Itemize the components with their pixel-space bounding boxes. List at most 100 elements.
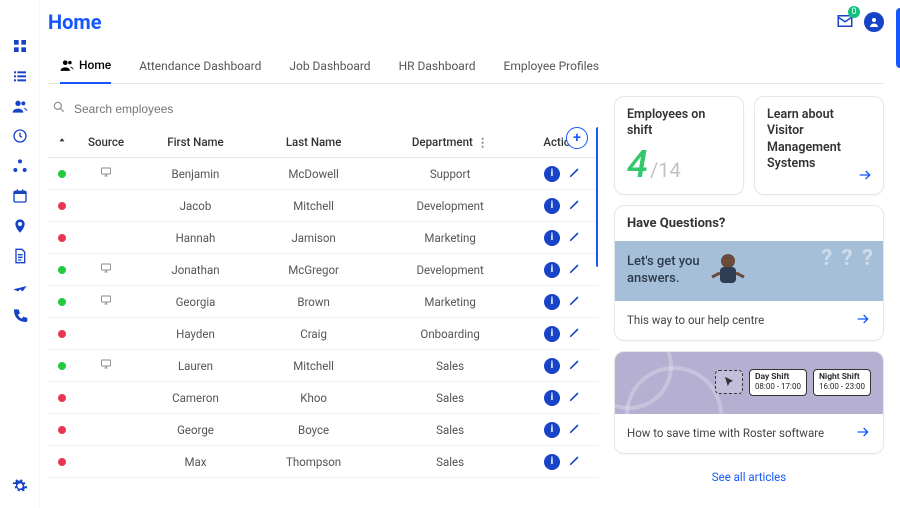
edit-button[interactable]: [568, 229, 582, 246]
info-button[interactable]: i: [544, 390, 560, 406]
col-department[interactable]: Department⋮: [372, 127, 528, 158]
edit-button[interactable]: [568, 325, 582, 342]
nav-document-icon[interactable]: [8, 244, 32, 268]
cell-last-name: Mitchell: [255, 350, 372, 382]
status-dot: [58, 298, 66, 306]
nav-people-icon[interactable]: [8, 94, 32, 118]
cell-first-name: Hayden: [136, 318, 255, 350]
device-icon: [99, 294, 113, 306]
edit-button[interactable]: [568, 453, 582, 470]
questions-banner[interactable]: Let's get you answers. ? ? ?: [615, 241, 883, 301]
edit-button[interactable]: [568, 389, 582, 406]
nav-settings-icon[interactable]: [8, 474, 32, 498]
card-visitor-mgmt[interactable]: Learn about Visitor Management Systems: [754, 96, 884, 195]
add-employee-button[interactable]: +: [566, 127, 588, 149]
card-questions: Have Questions? Let's get you answers. ?…: [614, 205, 884, 341]
table-row[interactable]: JonathanMcGregorDevelopmenti: [48, 254, 598, 286]
cell-department: Marketing: [372, 286, 528, 318]
tab-job[interactable]: Job Dashboard: [289, 50, 370, 83]
cell-department: Sales: [372, 350, 528, 382]
sort-icon[interactable]: [57, 135, 67, 149]
nav-phone-icon[interactable]: [8, 304, 32, 328]
cell-department: Support: [372, 158, 528, 190]
info-button[interactable]: i: [544, 358, 560, 374]
col-source[interactable]: Source: [76, 127, 136, 158]
employee-table: Source First Name Last Name Department⋮ …: [48, 127, 598, 478]
table-row[interactable]: MaxThompsonSalesi: [48, 446, 598, 478]
arrow-icon[interactable]: [855, 311, 871, 330]
table-row[interactable]: LaurenMitchellSalesi: [48, 350, 598, 382]
cell-first-name: Benjamin: [136, 158, 255, 190]
info-button[interactable]: i: [544, 294, 560, 310]
table-row[interactable]: BenjaminMcDowellSupporti: [48, 158, 598, 190]
edit-button[interactable]: [568, 357, 582, 374]
cell-department: Onboarding: [372, 318, 528, 350]
tab-hr[interactable]: HR Dashboard: [399, 50, 476, 83]
help-centre-link[interactable]: This way to our help centre: [627, 313, 764, 327]
info-button[interactable]: i: [544, 230, 560, 246]
cell-department: Development: [372, 190, 528, 222]
column-menu-icon[interactable]: ⋮: [477, 135, 489, 149]
info-button[interactable]: i: [544, 422, 560, 438]
nav-structure-icon[interactable]: [8, 154, 32, 178]
table-row[interactable]: GeorgeBoyceSalesi: [48, 414, 598, 446]
tab-attendance[interactable]: Attendance Dashboard: [139, 50, 261, 83]
cell-last-name: Thompson: [255, 446, 372, 478]
roster-banner[interactable]: Day Shift 08:00 - 17:00 Night Shift 16:0…: [615, 352, 883, 414]
status-dot: [58, 266, 66, 274]
cell-department: Sales: [372, 446, 528, 478]
nav-clock-icon[interactable]: [8, 124, 32, 148]
table-row[interactable]: GeorgiaBrownMarketingi: [48, 286, 598, 318]
status-dot: [58, 202, 66, 210]
nav-dashboard-icon[interactable]: [8, 34, 32, 58]
col-last-name[interactable]: Last Name: [255, 127, 372, 158]
nav-leave-icon[interactable]: [8, 274, 32, 298]
status-dot: [58, 170, 66, 178]
cell-last-name: Boyce: [255, 414, 372, 446]
table-row[interactable]: HannahJamisonMarketingi: [48, 222, 598, 254]
col-first-name[interactable]: First Name: [136, 127, 255, 158]
tab-bar: Home Attendance Dashboard Job Dashboard …: [48, 50, 884, 84]
users-icon: [60, 58, 74, 72]
status-dot: [58, 362, 66, 370]
cell-first-name: Jacob: [136, 190, 255, 222]
tab-home[interactable]: Home: [60, 50, 111, 84]
search-input[interactable]: [72, 101, 598, 117]
see-all-link[interactable]: See all articles: [614, 464, 884, 490]
cell-last-name: McGregor: [255, 254, 372, 286]
card-employees-on-shift[interactable]: Employees on shift 4 /14: [614, 96, 744, 195]
nav-location-icon[interactable]: [8, 214, 32, 238]
nav-calendar-icon[interactable]: [8, 184, 32, 208]
shift-chip-day: Day Shift 08:00 - 17:00: [749, 369, 807, 395]
cell-first-name: Hannah: [136, 222, 255, 254]
table-row[interactable]: CameronKhooSalesi: [48, 382, 598, 414]
roster-link[interactable]: How to save time with Roster software: [627, 426, 824, 440]
device-icon: [99, 358, 113, 370]
info-button[interactable]: i: [544, 262, 560, 278]
search-bar: [48, 96, 598, 127]
edit-button[interactable]: [568, 197, 582, 214]
status-dot: [58, 426, 66, 434]
cell-department: Sales: [372, 414, 528, 446]
edit-button[interactable]: [568, 165, 582, 182]
nav-list-icon[interactable]: [8, 64, 32, 88]
info-button[interactable]: i: [544, 454, 560, 470]
cell-first-name: Georgia: [136, 286, 255, 318]
notifications-badge: 0: [848, 6, 860, 18]
table-row[interactable]: HaydenCraigOnboardingi: [48, 318, 598, 350]
info-button[interactable]: i: [544, 326, 560, 342]
info-button[interactable]: i: [544, 198, 560, 214]
arrow-icon[interactable]: [857, 167, 873, 186]
edit-button[interactable]: [568, 293, 582, 310]
cell-first-name: George: [136, 414, 255, 446]
arrow-icon[interactable]: [855, 424, 871, 443]
status-dot: [58, 394, 66, 402]
table-scrollbar[interactable]: [596, 127, 598, 267]
notifications-button[interactable]: 0: [836, 12, 854, 33]
profile-avatar[interactable]: [864, 12, 884, 32]
edit-button[interactable]: [568, 261, 582, 278]
edit-button[interactable]: [568, 421, 582, 438]
table-row[interactable]: JacobMitchellDevelopmenti: [48, 190, 598, 222]
info-button[interactable]: i: [544, 166, 560, 182]
tab-profiles[interactable]: Employee Profiles: [504, 50, 600, 83]
